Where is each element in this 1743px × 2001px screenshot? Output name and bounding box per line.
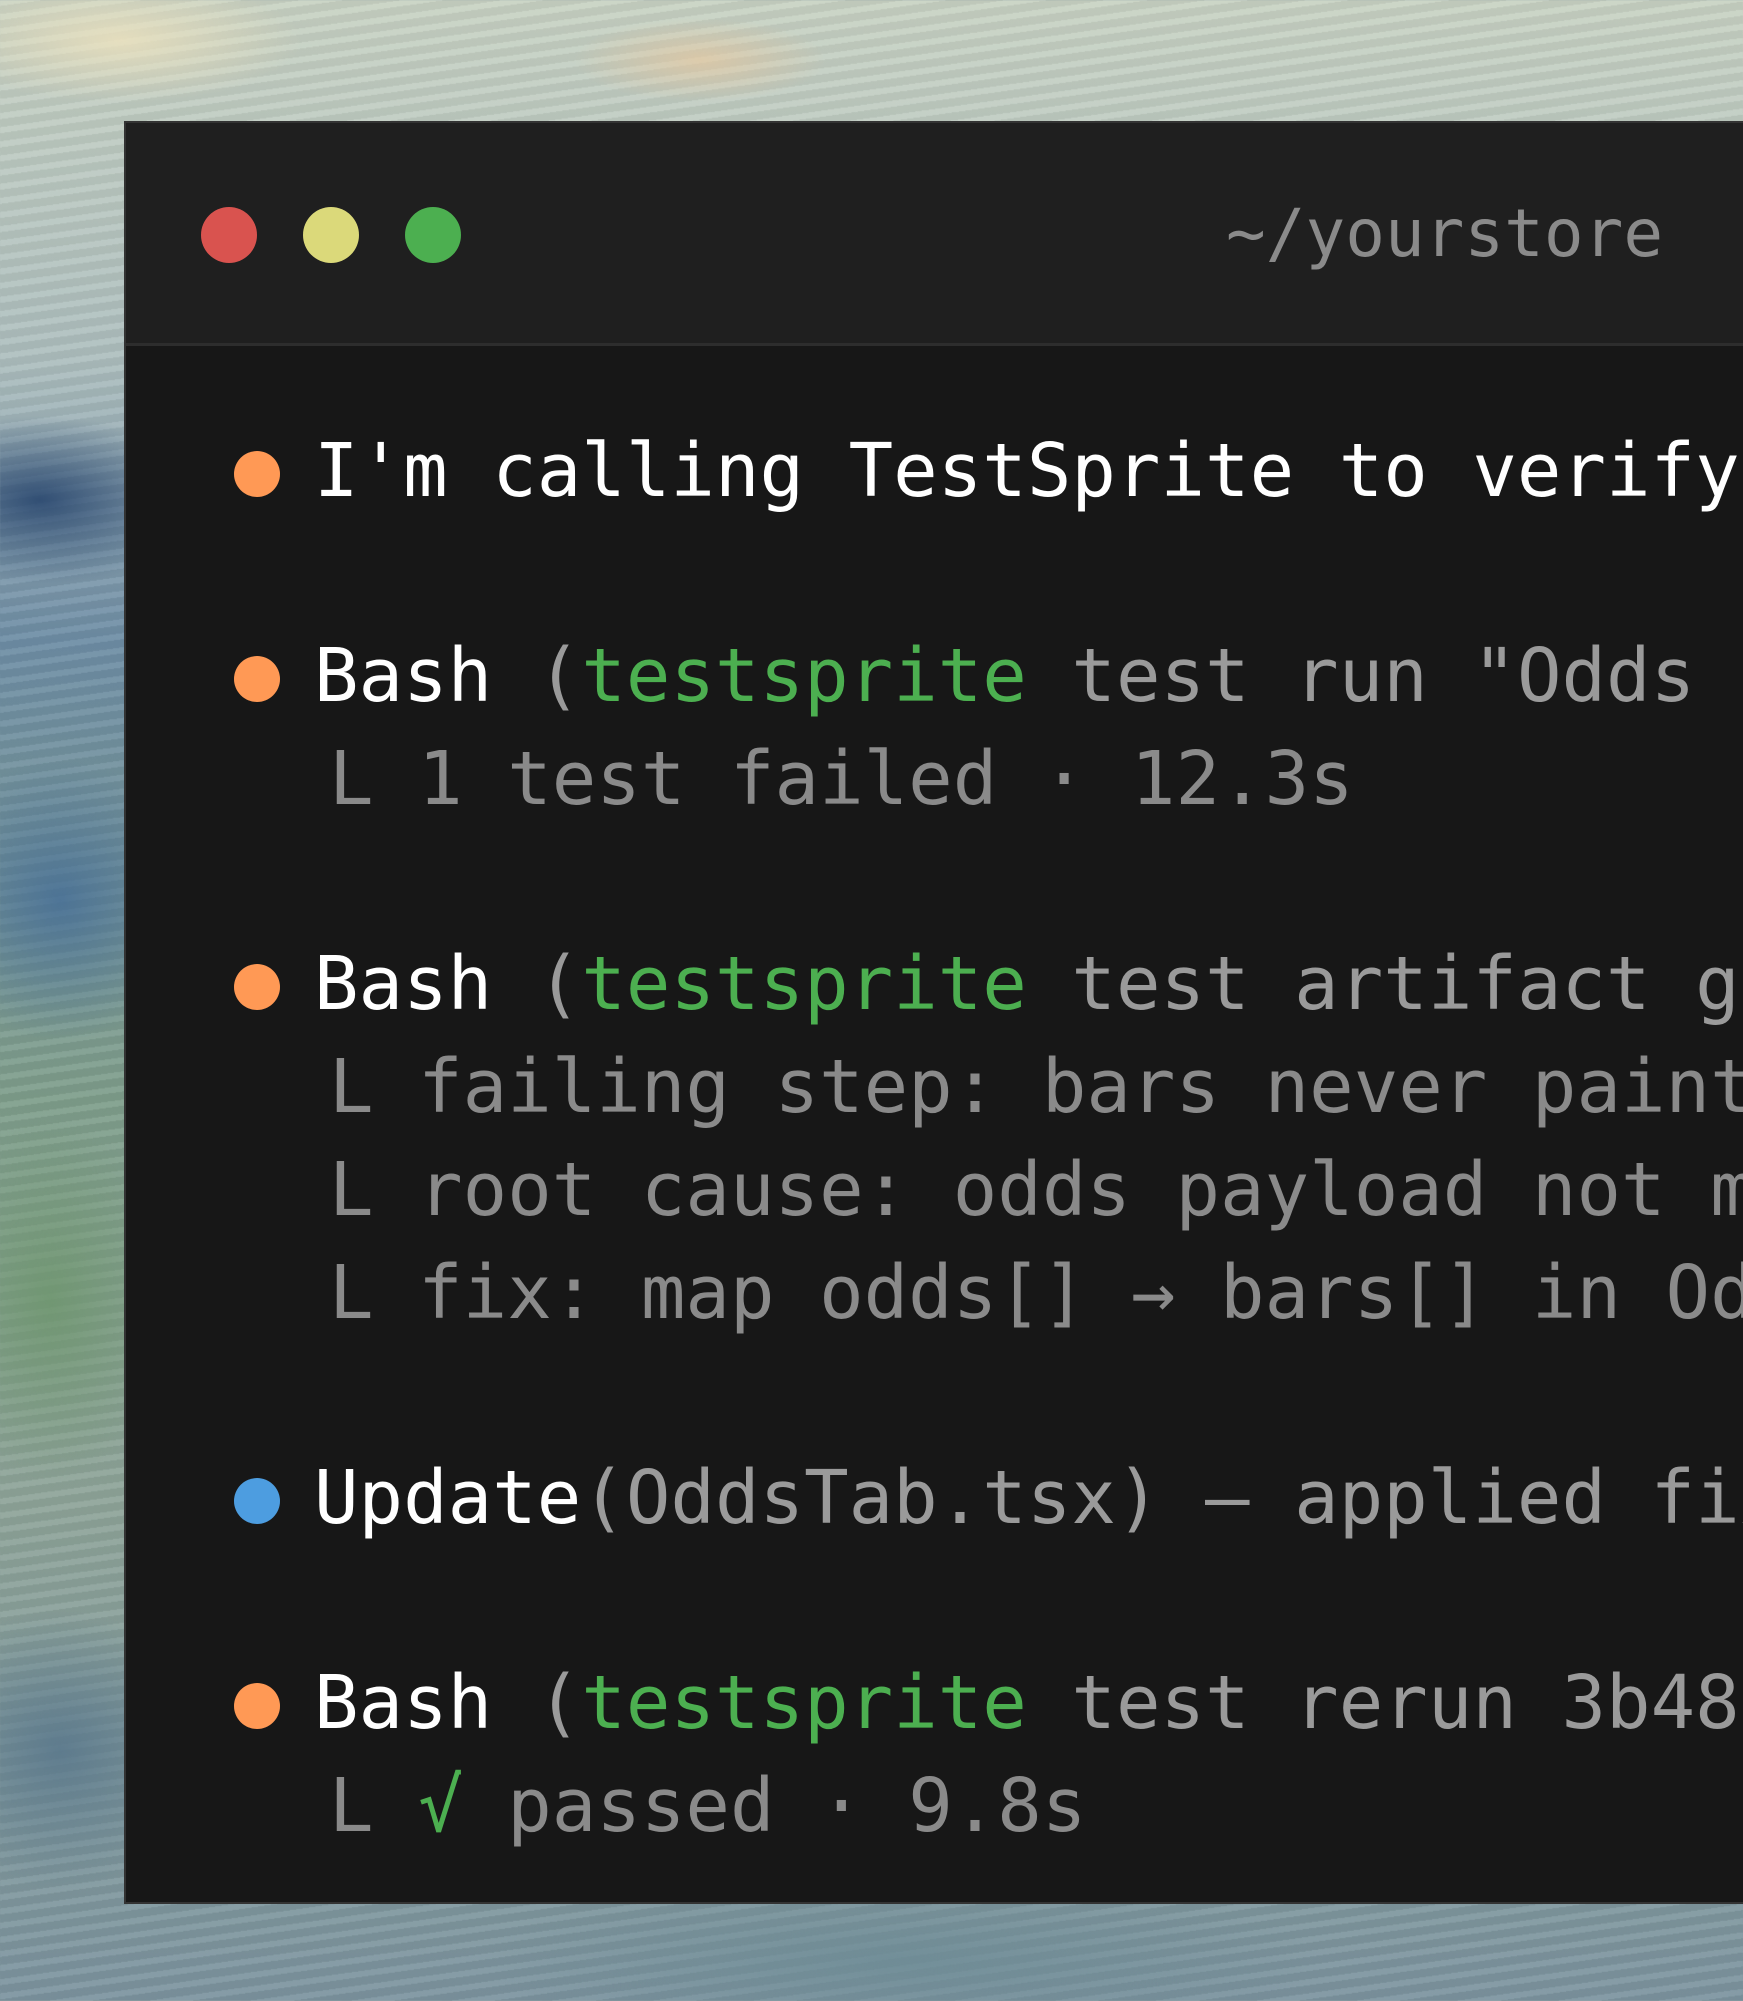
step2-result-line: L fix: map odds[] → bars[] in Odd: [329, 1250, 1743, 1336]
status-dot-icon: [234, 451, 280, 497]
terminal-window: ~/yourstore I'm calling TestSprite to ve…: [124, 121, 1743, 1904]
check-icon: √: [418, 1763, 463, 1849]
step3-command-line: Update(OddsTab.tsx) — applied fix: [314, 1453, 1743, 1543]
step4-result-line: L √ passed · 9.8s: [329, 1761, 1086, 1851]
step2-result-line: L failing step: bars never paint: [329, 1044, 1743, 1130]
step1-result-line: L 1 test failed · 12.3s: [329, 736, 1354, 822]
tool-name: testsprite: [581, 941, 1027, 1027]
command-args: test rerun 3b489: [1026, 1660, 1743, 1746]
status-dot-icon: [234, 964, 280, 1010]
title-bar: ~/yourstore: [126, 123, 1743, 346]
minimize-window-button[interactable]: [303, 207, 359, 263]
result-prefix: L: [329, 1763, 419, 1849]
tool-name: testsprite: [581, 1660, 1027, 1746]
window-path-title: ~/yourstore: [1226, 195, 1664, 272]
command-args: (OddsTab.tsx) — applied fix: [581, 1455, 1743, 1541]
command-name: Bash: [314, 1660, 493, 1746]
open-paren: (: [536, 941, 582, 1027]
status-dot-icon: [234, 1478, 280, 1524]
step1-command-line: Bash (testsprite test run "Odds ta: [314, 631, 1743, 721]
command-name: Bash: [314, 633, 493, 719]
intro-message: I'm calling TestSprite to verify t: [314, 428, 1743, 514]
status-dot-icon: [234, 1683, 280, 1729]
command-name: Update: [314, 1455, 582, 1541]
command-args: test artifact get: [1071, 941, 1743, 1027]
open-paren: (: [536, 1660, 582, 1746]
maximize-window-button[interactable]: [405, 207, 461, 263]
close-window-button[interactable]: [201, 207, 257, 263]
command-name: Bash: [314, 941, 493, 1027]
step2-result-line: L root cause: odds payload not ma: [329, 1147, 1743, 1233]
step4-command-line: Bash (testsprite test rerun 3b489: [314, 1658, 1743, 1748]
result-text: passed · 9.8s: [462, 1763, 1087, 1849]
open-paren: (: [536, 633, 582, 719]
status-dot-icon: [234, 656, 280, 702]
tool-name: testsprite: [581, 633, 1027, 719]
command-args: test run "Odds ta: [1071, 633, 1743, 719]
step2-command-line: Bash (testsprite test artifact get: [314, 939, 1743, 1029]
